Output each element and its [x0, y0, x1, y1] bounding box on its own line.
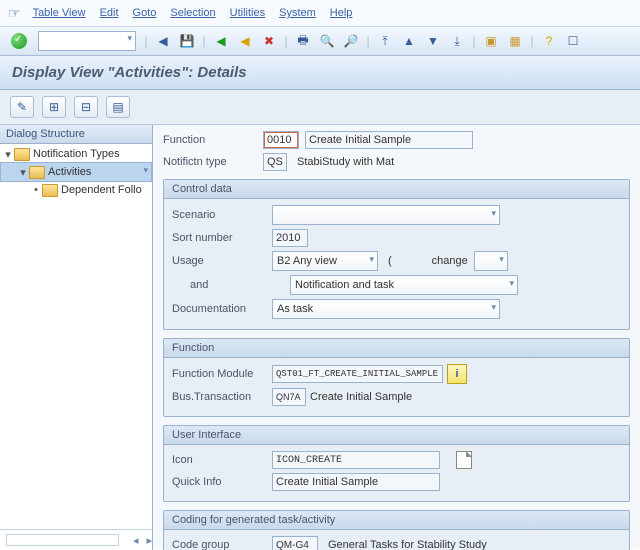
scroll-right-button[interactable]: ▸ [146, 534, 152, 547]
group-user-interface: User Interface Icon ICON_CREATE Quick In… [163, 425, 630, 502]
quick-info-field[interactable]: Create Initial Sample [272, 473, 440, 491]
group-coding: Coding for generated task/activity Code … [163, 510, 630, 550]
group-header: User Interface [164, 426, 629, 445]
find-button[interactable]: 🔍 [316, 30, 338, 52]
last-page-button[interactable]: ⤓ [446, 30, 468, 52]
code-group-desc: General Tasks for Stability Study [328, 539, 487, 550]
shortcut-button[interactable]: ▦ [504, 30, 526, 52]
check-icon [11, 33, 27, 49]
function-module-label: Function Module [172, 368, 272, 380]
menubar: ☞ Table View Edit Goto Selection Utiliti… [0, 0, 640, 27]
dialog-structure-tree: Dialog Structure ▾ Notification Types ▾ … [0, 125, 153, 550]
notifictn-type-desc: StabiStudy with Mat [297, 156, 394, 168]
tree-twisty-icon[interactable]: ▾ [17, 166, 29, 179]
content: Dialog Structure ▾ Notification Types ▾ … [0, 125, 640, 550]
cancel-button[interactable]: ✖ [258, 30, 280, 52]
icon-field[interactable]: ICON_CREATE [272, 451, 440, 469]
function-code-field[interactable]: 0010 [263, 131, 299, 149]
app-menu-icon[interactable]: ☞ [8, 5, 21, 22]
change-label: change [432, 255, 468, 267]
layout-button[interactable]: ☐ [562, 30, 584, 52]
sort-number-field[interactable]: 2010 [272, 229, 308, 247]
menu-help[interactable]: Help [330, 7, 353, 19]
first-page-button[interactable]: ⤒ [374, 30, 396, 52]
notifictn-type-code-field: QS [263, 153, 287, 171]
and-label: and [172, 279, 290, 291]
menu-tableview[interactable]: Table View [33, 7, 86, 19]
tree-label: Dependent Follo [61, 184, 142, 196]
scenario-select[interactable] [272, 205, 500, 225]
table-view-button[interactable]: ▤ [106, 96, 130, 118]
tree-node-notification-types[interactable]: ▾ Notification Types [0, 146, 152, 162]
function-desc-field: Create Initial Sample [305, 131, 473, 149]
new-session-button[interactable]: ▣ [480, 30, 502, 52]
info-button[interactable]: i [447, 364, 467, 384]
document-icon[interactable] [456, 451, 472, 469]
command-field[interactable] [38, 31, 136, 51]
standard-toolbar: | ◀ 💾 | ◀ ◀ ✖ | 🖶 🔍 🔎 | ⤒ ▲ ▼ ⤓ | ▣ ▦ | … [0, 27, 640, 56]
and-select[interactable]: Notification and task [290, 275, 518, 295]
page-title: Display View "Activities": Details [0, 56, 640, 90]
expand-button[interactable]: ⊞ [42, 96, 66, 118]
tree-node-activities[interactable]: ▾ Activities [0, 162, 152, 182]
tree-body: ▾ Notification Types ▾ Activities • Depe… [0, 144, 152, 529]
function-label: Function [163, 134, 263, 146]
bus-transaction-desc: Create Initial Sample [310, 391, 412, 403]
menu-utilities[interactable]: Utilities [230, 7, 265, 19]
tree-scroll-controls: ◂ ▸ [0, 529, 152, 550]
folder-icon [42, 184, 58, 197]
group-function: Function Function Module QST01_FT_CREATE… [163, 338, 630, 417]
code-group-field[interactable]: QM-G4 [272, 536, 318, 550]
function-module-field[interactable]: QST01_FT_CREATE_INITIAL_SAMPLE [272, 365, 443, 383]
change-paren: ( [388, 255, 392, 267]
help-button[interactable]: ? [538, 30, 560, 52]
back-green-button[interactable]: ◀ [210, 30, 232, 52]
menu-selection[interactable]: Selection [170, 7, 215, 19]
print-button[interactable]: 🖶 [292, 30, 314, 52]
enter-button[interactable] [8, 30, 30, 52]
tree-label: Activities [48, 166, 91, 178]
usage-label: Usage [172, 255, 272, 267]
tree-header: Dialog Structure [0, 125, 152, 144]
notifictn-type-label: Notifictn type [163, 156, 263, 168]
details-form: Function 0010 Create Initial Sample Noti… [153, 125, 640, 550]
bus-transaction-label: Bus.Transaction [172, 391, 272, 403]
code-group-label: Code group [172, 539, 272, 550]
tree-twisty-icon[interactable]: ▾ [2, 148, 14, 161]
back-button[interactable]: ◀ [152, 30, 174, 52]
group-header: Coding for generated task/activity [164, 511, 629, 530]
application-toolbar: ✎ ⊞ ⊟ ▤ [0, 90, 640, 125]
scenario-label: Scenario [172, 209, 272, 221]
group-header: Function [164, 339, 629, 358]
tree-node-dependent-follow[interactable]: • Dependent Follo [0, 182, 152, 198]
menu-system[interactable]: System [279, 7, 316, 19]
menu-goto[interactable]: Goto [133, 7, 157, 19]
sort-number-label: Sort number [172, 232, 272, 244]
scroll-left-button[interactable]: ◂ [133, 534, 139, 547]
folder-icon [29, 166, 45, 179]
quick-info-label: Quick Info [172, 476, 272, 488]
menu-edit[interactable]: Edit [100, 7, 119, 19]
save-button[interactable]: 💾 [176, 30, 198, 52]
toggle-edit-button[interactable]: ✎ [10, 96, 34, 118]
change-select[interactable] [474, 251, 508, 271]
documentation-label: Documentation [172, 303, 272, 315]
prev-page-button[interactable]: ▲ [398, 30, 420, 52]
find-next-button[interactable]: 🔎 [340, 30, 362, 52]
icon-label: Icon [172, 454, 272, 466]
exit-button[interactable]: ◀ [234, 30, 256, 52]
bus-transaction-code-field[interactable]: QN7A [272, 388, 306, 406]
tree-bullet-icon: • [30, 184, 42, 196]
group-control-data: Control data Scenario Sort number 2010 U… [163, 179, 630, 330]
tree-label: Notification Types [33, 148, 120, 160]
collapse-button[interactable]: ⊟ [74, 96, 98, 118]
next-page-button[interactable]: ▼ [422, 30, 444, 52]
documentation-select[interactable]: As task [272, 299, 500, 319]
group-header: Control data [164, 180, 629, 199]
folder-icon [14, 148, 30, 161]
usage-select[interactable]: B2 Any view [272, 251, 378, 271]
